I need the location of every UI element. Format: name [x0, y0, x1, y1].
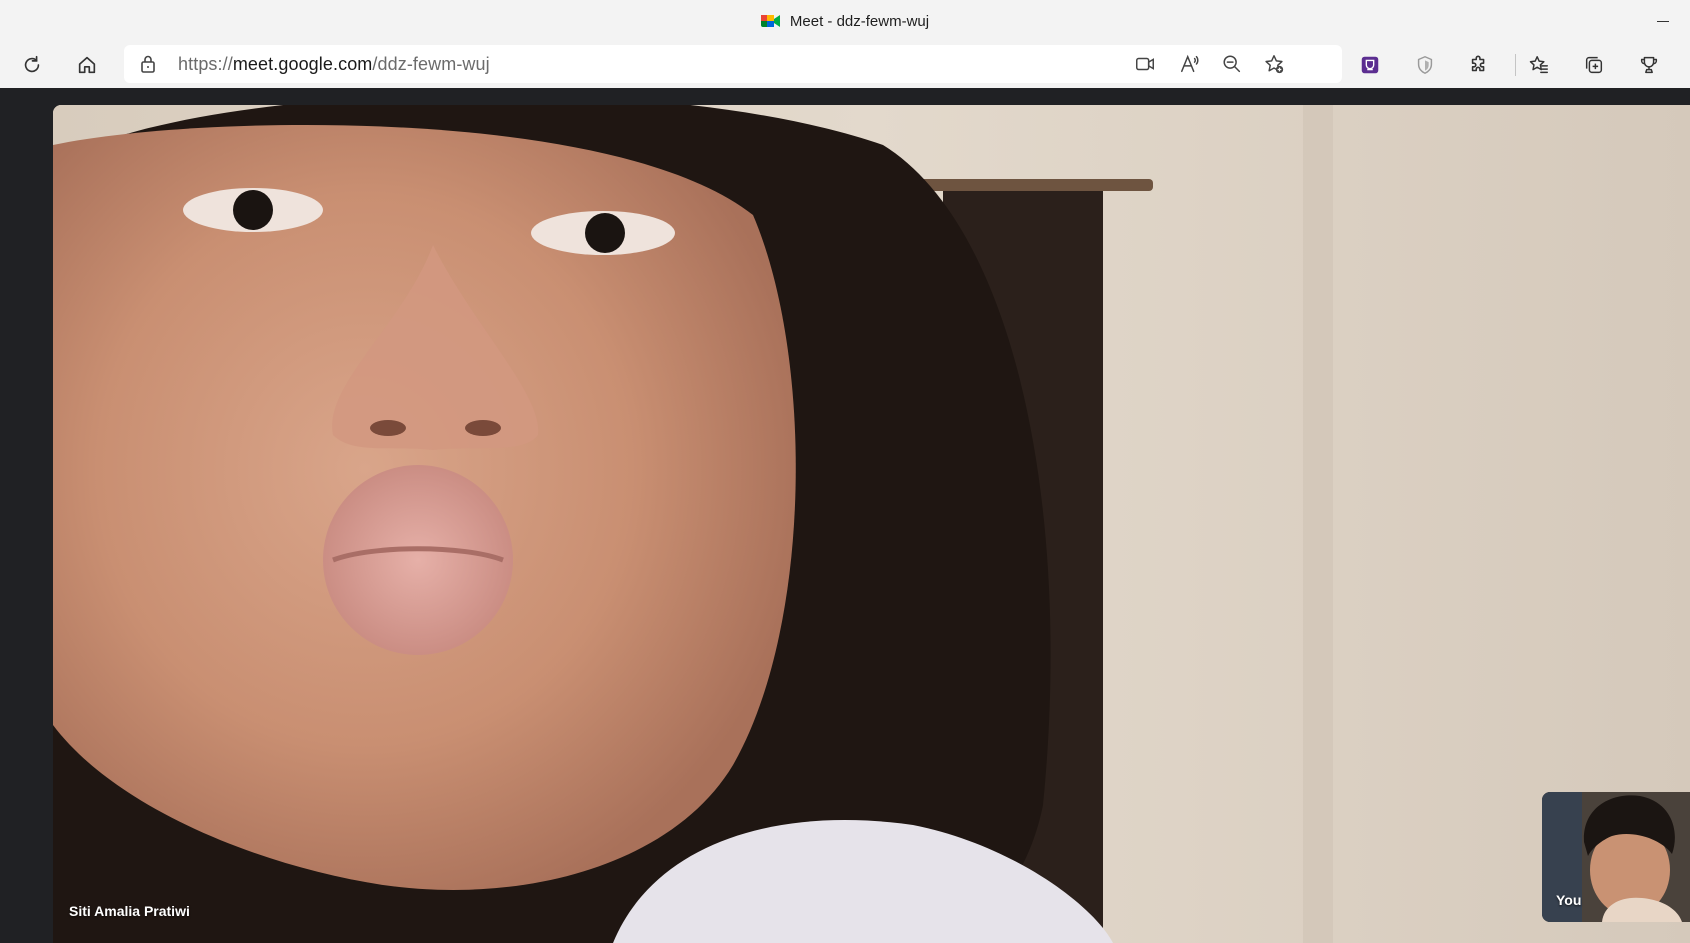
- url-domain: meet.google.com: [232, 54, 373, 74]
- camera-in-use-button[interactable]: [1132, 51, 1158, 77]
- url-text[interactable]: https://meet.google.com/ddz-fewm-wuj: [178, 54, 490, 75]
- home-button[interactable]: [69, 47, 105, 83]
- url-protocol: https://: [178, 54, 233, 74]
- self-view-tile[interactable]: You: [1542, 792, 1690, 922]
- add-favorite-icon: [1265, 55, 1284, 74]
- main-participant-tile[interactable]: Siti Amalia Pratiwi: [53, 105, 1690, 943]
- extensions-puzzle-icon: [1471, 55, 1485, 72]
- participant-video-feed: [53, 105, 1690, 943]
- window-title-group: Meet - ddz-fewm-wuj: [760, 12, 930, 30]
- refresh-icon: [24, 55, 40, 73]
- rewards-button[interactable]: [1631, 47, 1667, 83]
- address-bar[interactable]: https://meet.google.com/ddz-fewm-wuj: [124, 45, 1342, 83]
- extensions-button[interactable]: [1461, 47, 1497, 83]
- url-path: /ddz-fewm-wuj: [372, 54, 490, 74]
- camera-icon: [1136, 57, 1154, 71]
- toolbar-separator: [1515, 54, 1516, 76]
- participant-name-label: Siti Amalia Pratiwi: [69, 903, 190, 919]
- browser-toolbar: https://meet.google.com/ddz-fewm-wuj: [0, 42, 1690, 88]
- add-favorite-button[interactable]: [1261, 51, 1287, 77]
- zoom-out-icon: [1223, 55, 1241, 73]
- self-view-label: You: [1556, 892, 1582, 908]
- read-aloud-button[interactable]: [1177, 51, 1203, 77]
- favorites-button[interactable]: [1521, 47, 1557, 83]
- read-aloud-icon: [1181, 54, 1199, 73]
- favorites-icon: [1529, 56, 1548, 74]
- refresh-button[interactable]: [14, 47, 50, 83]
- collections-icon: [1585, 56, 1603, 74]
- home-icon: [78, 56, 96, 74]
- lock-icon[interactable]: [138, 54, 158, 74]
- window-title-bar: Meet - ddz-fewm-wuj: [0, 0, 1690, 42]
- google-meet-favicon-icon: [760, 15, 780, 27]
- extension-icon-purple: [1361, 56, 1379, 74]
- shield-extension-icon: [1417, 56, 1433, 74]
- zoom-out-button[interactable]: [1219, 51, 1245, 77]
- collections-button[interactable]: [1576, 47, 1612, 83]
- minimize-button[interactable]: [1648, 10, 1678, 32]
- meet-stage: Siti Amalia Pratiwi You: [0, 88, 1690, 943]
- window-title: Meet - ddz-fewm-wuj: [789, 12, 930, 30]
- purple-extension-button[interactable]: [1352, 47, 1388, 83]
- rewards-icon: [1640, 56, 1658, 74]
- shield-extension-button[interactable]: [1407, 47, 1443, 83]
